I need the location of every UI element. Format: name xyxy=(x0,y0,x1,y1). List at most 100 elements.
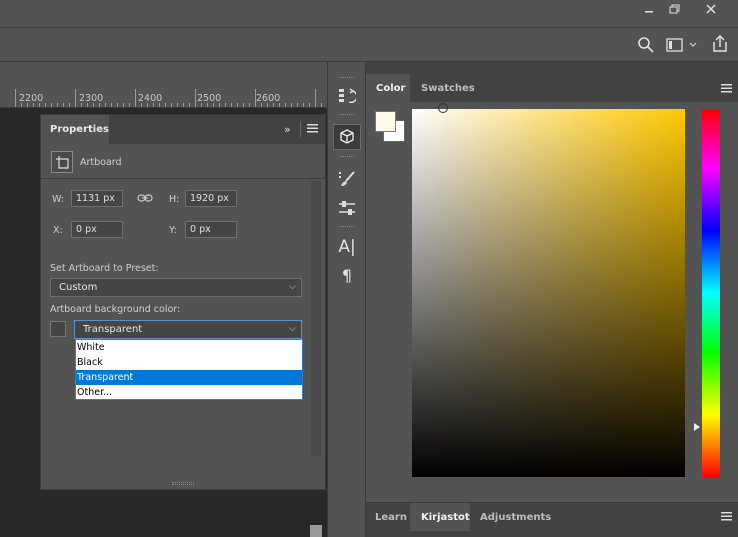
paragraph-button[interactable]: ¶ xyxy=(333,262,361,288)
ruler-tick xyxy=(117,103,118,107)
x-label: X: xyxy=(53,225,63,236)
ruler-tick xyxy=(309,103,310,107)
dropdown-option-black[interactable]: Black xyxy=(76,355,302,370)
history-icon xyxy=(339,88,356,104)
width-label: W: xyxy=(52,194,65,205)
ruler-tick xyxy=(279,103,280,107)
ruler-tick xyxy=(315,89,316,107)
dropdown-option-other[interactable]: Other... xyxy=(76,385,302,400)
ruler-tick xyxy=(321,103,322,107)
ruler-label: 2600 xyxy=(256,93,281,104)
ruler-tick xyxy=(273,103,274,107)
hue-slider-handle-icon[interactable] xyxy=(693,422,701,435)
divider xyxy=(300,121,301,137)
tab-adjustments[interactable]: Adjustments xyxy=(472,503,556,531)
chevron-down-icon: ⌵ xyxy=(289,324,296,334)
restore-button[interactable] xyxy=(658,0,692,18)
close-button[interactable] xyxy=(694,0,728,18)
background-color-value: Transparent xyxy=(83,324,143,335)
background-color-dropdown-list: White Black Transparent Other... xyxy=(75,339,303,400)
workspace-icon xyxy=(666,38,697,52)
paragraph-icon: ¶ xyxy=(341,265,353,285)
chevron-down-icon: ⌵ xyxy=(289,282,296,292)
link-dimensions-button[interactable] xyxy=(137,192,153,207)
color-panel: Color Swatches xyxy=(366,74,738,500)
foreground-color-chip[interactable] xyxy=(375,111,396,132)
saturation-value-field[interactable] xyxy=(412,109,685,477)
menu-icon xyxy=(721,84,732,93)
title-bar xyxy=(0,0,738,27)
ruler-tick xyxy=(165,103,166,107)
cube-icon xyxy=(340,129,354,144)
properties-toggle-button[interactable] xyxy=(333,124,361,150)
tab-kirjastot[interactable]: Kirjastot xyxy=(410,503,470,531)
adjustments-button[interactable] xyxy=(333,195,361,221)
ruler-tick xyxy=(237,103,238,107)
grip xyxy=(340,77,354,80)
character-button[interactable]: A| xyxy=(333,234,361,260)
grip xyxy=(340,156,354,159)
section-title-artboard: Artboard xyxy=(80,157,122,168)
ruler-tick xyxy=(285,103,286,107)
panel-menu-button[interactable] xyxy=(307,124,318,136)
ruler-tick xyxy=(291,103,292,107)
dropdown-option-white[interactable]: White xyxy=(76,340,302,355)
tab-learn[interactable]: Learn xyxy=(366,503,408,531)
tab-color[interactable]: Color xyxy=(366,74,410,102)
scroll-thumb[interactable] xyxy=(310,525,322,537)
ruler-tick xyxy=(33,103,34,107)
minimize-icon xyxy=(645,11,653,13)
panel-menu-button[interactable] xyxy=(721,512,732,524)
ruler-tick xyxy=(249,103,250,107)
close-icon xyxy=(706,4,716,14)
brushes-button[interactable] xyxy=(333,166,361,192)
color-tab-bar: Color Swatches xyxy=(366,74,738,102)
tab-swatches[interactable]: Swatches xyxy=(413,74,475,102)
y-label: Y: xyxy=(169,225,177,236)
workspace-button[interactable] xyxy=(666,37,700,53)
history-button[interactable] xyxy=(333,83,361,109)
ruler-tick xyxy=(159,103,160,107)
grip xyxy=(340,226,354,229)
ruler-tick xyxy=(57,103,58,107)
x-input[interactable]: 0 px xyxy=(71,221,123,238)
ruler-tick xyxy=(267,103,268,107)
color-picker-cursor[interactable] xyxy=(438,103,448,113)
menu-icon xyxy=(307,124,318,133)
height-input[interactable]: 1920 px xyxy=(185,190,237,207)
background-color-swatch[interactable] xyxy=(50,321,66,337)
scrollbar[interactable] xyxy=(311,181,321,456)
panel-icon-strip: A| ¶ xyxy=(327,62,366,537)
ruler-tick xyxy=(15,89,16,107)
ruler-tick xyxy=(135,89,136,107)
background-color-label: Artboard background color: xyxy=(50,304,181,315)
ruler-tick xyxy=(39,103,40,107)
tab-properties[interactable]: Properties xyxy=(41,115,109,144)
hue-slider[interactable] xyxy=(702,109,720,477)
background-color-select[interactable]: Transparent ⌵ xyxy=(74,320,302,339)
dropdown-option-transparent[interactable]: Transparent xyxy=(76,370,302,385)
width-input[interactable]: 1131 px xyxy=(71,190,123,207)
height-label: H: xyxy=(169,194,180,205)
libraries-panel: Learn Kirjastot Adjustments xyxy=(366,502,738,537)
ruler-tick xyxy=(147,103,148,107)
ruler-tick xyxy=(27,103,28,107)
preset-select[interactable]: Custom ⌵ xyxy=(50,278,302,297)
share-button[interactable] xyxy=(710,34,730,53)
horizontal-ruler: 2200 2300 2400 2500 2600 xyxy=(0,89,327,108)
expand-icon[interactable]: » xyxy=(284,123,291,136)
ruler-tick xyxy=(255,89,256,107)
artboard-icon xyxy=(51,151,73,173)
ruler-tick xyxy=(183,103,184,107)
y-input[interactable]: 0 px xyxy=(185,221,237,238)
ruler-tick xyxy=(243,103,244,107)
ruler-tick xyxy=(21,103,22,107)
ruler-tick xyxy=(99,103,100,107)
ruler-tick xyxy=(171,103,172,107)
search-button[interactable] xyxy=(637,36,655,54)
panel-menu-button[interactable] xyxy=(721,84,732,96)
link-icon xyxy=(137,194,153,202)
ruler-tick xyxy=(63,103,64,107)
ruler-tick xyxy=(51,103,52,107)
resize-grip[interactable] xyxy=(172,482,194,485)
